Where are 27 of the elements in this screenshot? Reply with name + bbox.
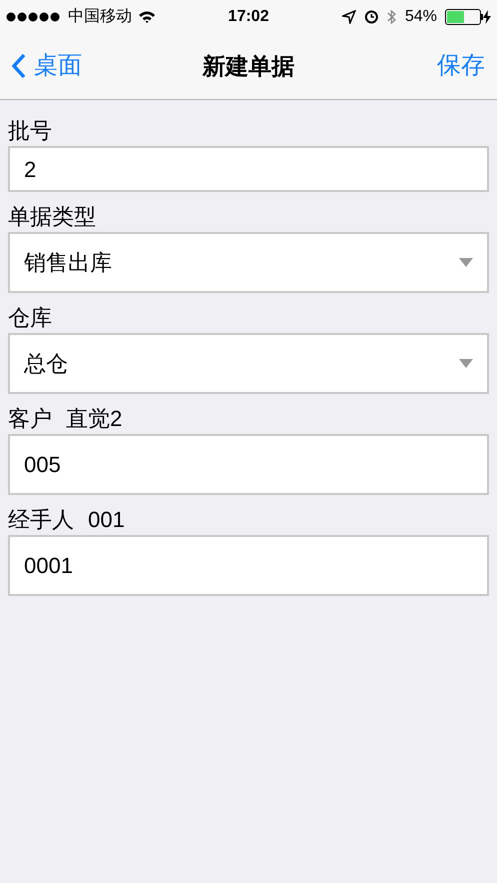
input-field[interactable]: 0001 xyxy=(8,535,489,596)
field-label: 批号 xyxy=(8,116,52,144)
battery-icon xyxy=(445,8,492,24)
dropdown-triangle-icon xyxy=(459,359,473,368)
select-field[interactable]: 销售出库 xyxy=(8,232,489,293)
carrier-name: 中国移动 xyxy=(68,6,132,26)
input-field[interactable]: 005 xyxy=(8,434,489,495)
back-button[interactable]: 桌面 xyxy=(12,48,82,84)
save-button[interactable]: 保存 xyxy=(437,48,485,84)
battery-percent: 54% xyxy=(404,6,438,26)
select-field[interactable]: 总仓 xyxy=(8,333,489,394)
bluetooth-icon xyxy=(386,8,397,24)
field-label: 经手人 xyxy=(8,506,74,534)
page-title: 新建单据 xyxy=(202,52,294,81)
field-label: 仓库 xyxy=(8,304,52,332)
field-note: 001 xyxy=(88,506,125,534)
input-field[interactable]: 2 xyxy=(8,146,489,192)
dropdown-triangle-icon xyxy=(459,258,473,267)
signal-icon xyxy=(6,12,62,22)
alarm-clock-icon xyxy=(364,9,379,24)
chevron-left-icon xyxy=(12,53,26,79)
field-label: 客户 xyxy=(8,404,52,432)
field-label: 单据类型 xyxy=(8,202,96,230)
location-arrow-icon xyxy=(342,10,356,24)
field-note: 直觉2 xyxy=(66,404,122,432)
wifi-icon xyxy=(138,10,156,24)
status-time: 17:02 xyxy=(228,6,269,26)
